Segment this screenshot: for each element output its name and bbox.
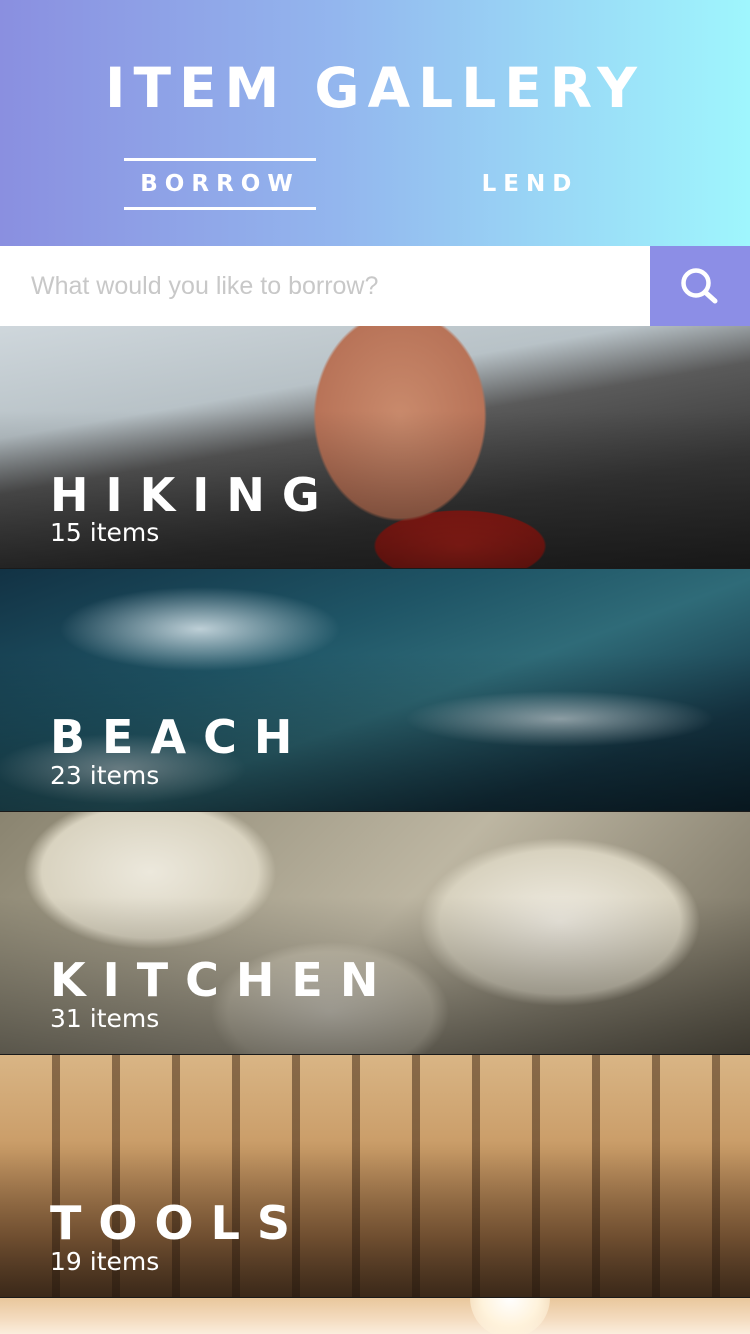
category-count: 31 items	[50, 1004, 160, 1033]
category-card-tools[interactable]: TOOLS 19 items	[0, 1055, 750, 1297]
category-count: 23 items	[50, 761, 160, 790]
category-name: TOOLS	[50, 1196, 308, 1250]
category-name: KITCHEN	[50, 953, 396, 1007]
category-card-kitchen[interactable]: KITCHEN 31 items	[0, 812, 750, 1054]
category-count: 15 items	[50, 518, 160, 547]
sun-image	[470, 1298, 550, 1334]
gallery-header: ITEM GALLERY BORROW LEND	[0, 0, 750, 246]
category-count: 19 items	[50, 1247, 160, 1276]
search-button[interactable]	[650, 246, 750, 326]
search-bar	[0, 246, 750, 326]
category-card-next[interactable]	[0, 1298, 750, 1334]
tab-lend[interactable]: LEND	[440, 158, 620, 210]
category-name: HIKING	[50, 468, 337, 522]
category-name: BEACH	[50, 710, 310, 764]
tab-borrow[interactable]: BORROW	[124, 158, 316, 210]
page-title: ITEM GALLERY	[105, 56, 645, 120]
search-input[interactable]	[0, 246, 650, 326]
search-icon	[681, 268, 718, 304]
category-card-beach[interactable]: BEACH 23 items	[0, 569, 750, 811]
category-card-hiking[interactable]: HIKING 15 items	[0, 326, 750, 568]
